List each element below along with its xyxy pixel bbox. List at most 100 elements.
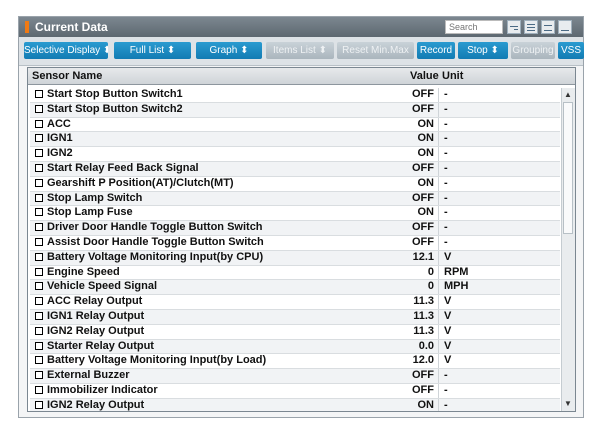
sensor-value: 11.3 bbox=[413, 324, 434, 337]
table-row[interactable]: ACC ON - bbox=[30, 117, 560, 133]
sensor-name: Stop Lamp Switch bbox=[47, 191, 143, 204]
table-row[interactable]: IGN1 ON - bbox=[30, 132, 560, 148]
sensor-value: OFF bbox=[412, 221, 434, 234]
sensor-name: IGN2 Relay Output bbox=[47, 398, 145, 411]
toolbar-button-5[interactable]: Record bbox=[417, 42, 455, 59]
table-row[interactable]: Immobilizer Indicator OFF - bbox=[30, 383, 560, 399]
column-divider bbox=[438, 265, 439, 280]
toolbar-button-4[interactable]: Reset Min.Max bbox=[337, 42, 414, 59]
row-checkbox[interactable] bbox=[35, 119, 43, 128]
row-checkbox[interactable] bbox=[35, 208, 43, 217]
search-input[interactable] bbox=[445, 20, 503, 34]
vertical-scrollbar[interactable]: ▲ ▼ bbox=[561, 88, 575, 411]
sensor-unit: - bbox=[444, 206, 448, 219]
sensor-name: Start Stop Button Switch1 bbox=[47, 88, 183, 100]
save-icon[interactable] bbox=[541, 20, 555, 34]
table-row[interactable]: Start Stop Button Switch2 OFF - bbox=[30, 102, 560, 118]
row-checkbox[interactable] bbox=[35, 104, 43, 113]
toolbar-button-7[interactable]: Grouping bbox=[511, 42, 555, 59]
row-checkbox[interactable] bbox=[35, 267, 43, 276]
row-checkbox[interactable] bbox=[35, 178, 43, 187]
row-checkbox[interactable] bbox=[35, 163, 43, 172]
row-checkbox[interactable] bbox=[35, 252, 43, 261]
table-row[interactable]: Start Stop Button Switch1 OFF - bbox=[30, 88, 560, 103]
table-row[interactable]: Stop Lamp Switch OFF - bbox=[30, 191, 560, 207]
toolbar-button-0[interactable]: Selective Display ⬍ bbox=[24, 42, 108, 59]
column-divider bbox=[438, 398, 439, 411]
table-row[interactable]: ACC Relay Output 11.3 V bbox=[30, 295, 560, 310]
sensor-value: OFF bbox=[412, 88, 434, 100]
column-header-value[interactable]: Value bbox=[410, 70, 439, 82]
sensor-name: Battery Voltage Monitoring Input(by Load… bbox=[47, 354, 267, 367]
row-checkbox[interactable] bbox=[35, 400, 43, 409]
sensor-unit: - bbox=[444, 117, 448, 130]
table-row[interactable]: Driver Door Handle Toggle Button Switch O… bbox=[30, 221, 560, 236]
table-row[interactable]: IGN2 Relay Output 11.3 V bbox=[30, 324, 560, 340]
row-checkbox[interactable] bbox=[35, 237, 43, 246]
sensor-value: OFF bbox=[412, 235, 434, 248]
row-checkbox[interactable] bbox=[35, 326, 43, 335]
sensor-value: OFF bbox=[412, 161, 434, 174]
row-checkbox[interactable] bbox=[35, 134, 43, 143]
scroll-up-arrow-icon[interactable]: ▲ bbox=[564, 90, 572, 100]
sensor-unit: - bbox=[444, 398, 448, 411]
row-checkbox[interactable] bbox=[35, 193, 43, 202]
current-data-window: Current Data Selective Display ⬍ Full Lis… bbox=[18, 16, 584, 418]
table-row[interactable]: Start Relay Feed Back Signal OFF - bbox=[30, 161, 560, 177]
row-checkbox[interactable] bbox=[35, 356, 43, 365]
table-row[interactable]: Engine Speed 0 RPM bbox=[30, 265, 560, 281]
column-header-unit[interactable]: Unit bbox=[442, 70, 463, 82]
sensor-value: 0.0 bbox=[418, 339, 434, 352]
column-divider bbox=[438, 369, 439, 383]
table-row[interactable]: IGN1 Relay Output 11.3 V bbox=[30, 309, 560, 325]
minimize-icon[interactable] bbox=[558, 20, 572, 34]
table-row[interactable]: Battery Voltage Monitoring Input(by Load… bbox=[30, 354, 560, 370]
toolbar-button-6[interactable]: Stop ⬍ bbox=[458, 42, 508, 59]
table-row[interactable]: Vehicle Speed Signal 0 MPH bbox=[30, 280, 560, 296]
toolbar-button-8[interactable]: VSS bbox=[558, 42, 584, 59]
column-header-sensor-name[interactable]: Sensor Name bbox=[32, 70, 102, 82]
sensor-unit: V bbox=[444, 295, 452, 308]
column-divider bbox=[438, 250, 439, 265]
sensor-value: OFF bbox=[412, 369, 434, 382]
row-checkbox[interactable] bbox=[35, 371, 43, 380]
sensor-name: Start Stop Button Switch2 bbox=[47, 102, 183, 115]
row-checkbox[interactable] bbox=[35, 385, 43, 394]
column-divider bbox=[438, 176, 439, 191]
sensor-name: IGN1 Relay Output bbox=[47, 309, 145, 322]
sensor-unit: - bbox=[444, 132, 448, 145]
sensor-unit: - bbox=[444, 102, 448, 115]
row-checkbox[interactable] bbox=[35, 282, 43, 291]
row-checkbox[interactable] bbox=[35, 90, 43, 98]
row-checkbox[interactable] bbox=[35, 149, 43, 158]
table-row[interactable]: IGN2 ON - bbox=[30, 147, 560, 162]
sensor-name: ACC bbox=[47, 117, 71, 130]
table-row[interactable]: Stop Lamp Fuse ON - bbox=[30, 206, 560, 222]
sensor-name: IGN2 bbox=[47, 147, 73, 160]
column-divider bbox=[438, 191, 439, 206]
toolbar-button-3[interactable]: Items List ⬍ bbox=[266, 42, 334, 59]
sensor-value: OFF bbox=[412, 102, 434, 115]
sensor-value: 11.3 bbox=[413, 295, 434, 308]
sensor-name: ACC Relay Output bbox=[47, 295, 143, 308]
search-icon[interactable] bbox=[507, 20, 521, 34]
row-checkbox[interactable] bbox=[35, 311, 43, 320]
scroll-down-arrow-icon[interactable]: ▼ bbox=[564, 399, 572, 409]
toolbar-button-2[interactable]: Graph ⬍ bbox=[196, 42, 262, 59]
row-checkbox[interactable] bbox=[35, 341, 43, 350]
sensor-value: ON bbox=[417, 398, 435, 411]
table-row[interactable]: Battery Voltage Monitoring Input(by CPU)… bbox=[30, 250, 560, 266]
table-row[interactable]: Gearshift P Position(AT)/Clutch(MT) ON - bbox=[30, 176, 560, 192]
column-divider bbox=[438, 206, 439, 221]
sensor-value: ON bbox=[417, 206, 435, 219]
table-row[interactable]: External Buzzer OFF - bbox=[30, 369, 560, 384]
scroll-thumb[interactable] bbox=[563, 102, 573, 234]
table-row[interactable]: IGN2 Relay Output ON - bbox=[30, 398, 560, 411]
toolbar-button-1[interactable]: Full List ⬍ bbox=[114, 42, 191, 59]
sensor-unit: MPH bbox=[444, 280, 469, 293]
row-checkbox[interactable] bbox=[35, 223, 43, 232]
row-checkbox[interactable] bbox=[35, 297, 43, 306]
table-row[interactable]: Assist Door Handle Toggle Button Switch O… bbox=[30, 235, 560, 251]
table-row[interactable]: Starter Relay Output 0.0 V bbox=[30, 339, 560, 355]
list-view-icon[interactable] bbox=[524, 20, 538, 34]
